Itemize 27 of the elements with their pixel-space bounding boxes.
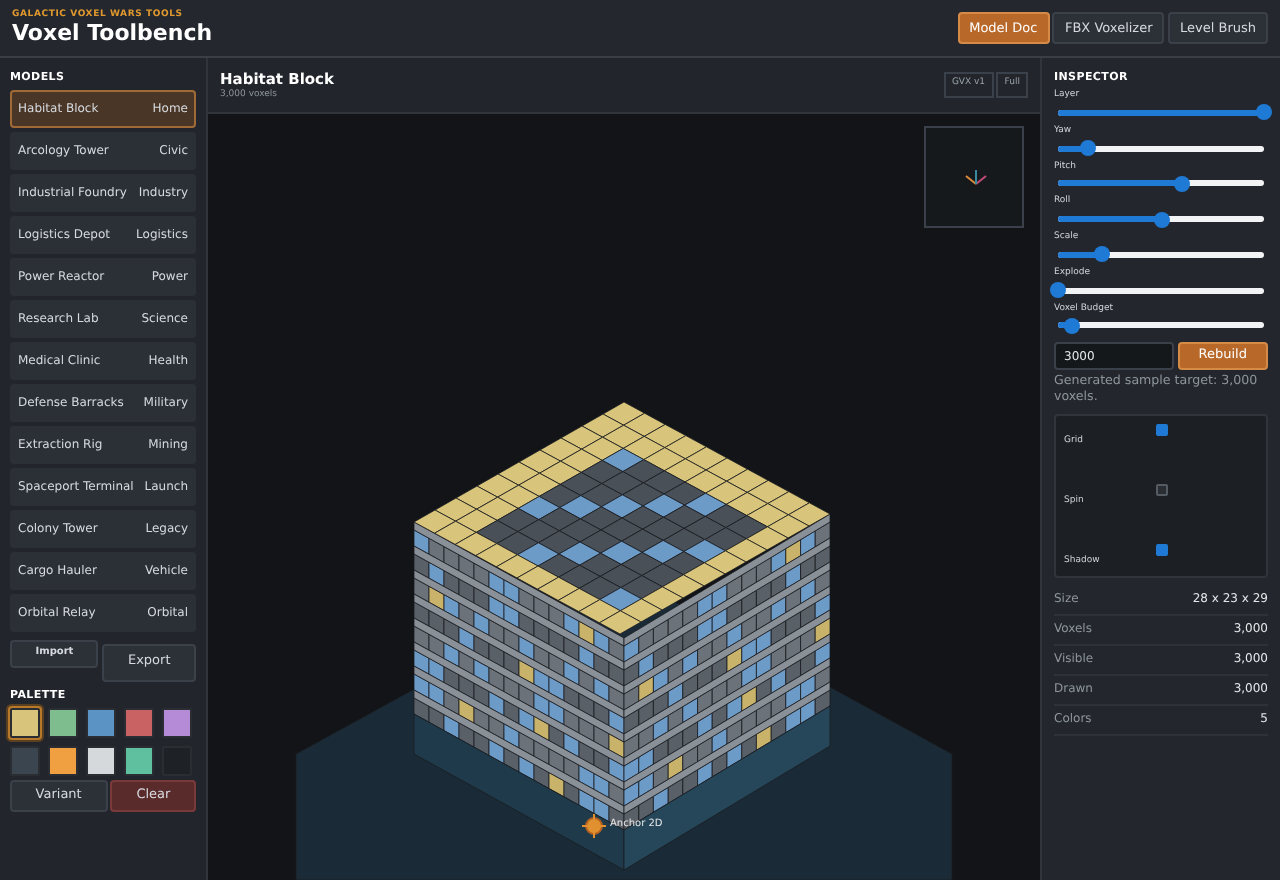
slider-thumb[interactable] (1173, 175, 1190, 192)
color-swatch[interactable] (86, 708, 116, 738)
axis-gizmo-icon (965, 169, 987, 185)
color-swatch[interactable] (162, 708, 192, 738)
checkbox[interactable] (1155, 483, 1167, 496)
color-swatch[interactable] (10, 708, 40, 738)
slider-thumb[interactable] (1080, 140, 1097, 156)
slider-thumb[interactable] (1093, 246, 1110, 263)
color-swatch[interactable] (48, 708, 78, 738)
slider-track[interactable] (1058, 180, 1264, 187)
slider-track[interactable] (1058, 216, 1264, 222)
slider-thumb[interactable] (1050, 282, 1066, 298)
slider-track[interactable] (1058, 251, 1264, 258)
color-swatch[interactable] (48, 746, 78, 776)
color-swatch[interactable] (124, 746, 154, 776)
color-swatch[interactable] (86, 746, 116, 776)
slider-track[interactable] (1058, 322, 1264, 329)
checkbox[interactable] (1155, 424, 1167, 437)
slider-thumb[interactable] (1256, 104, 1272, 121)
color-swatch[interactable] (124, 708, 154, 738)
app-title: Voxel Toolbench (12, 22, 213, 47)
crosshair-icon[interactable] (582, 814, 606, 838)
slider-thumb[interactable] (1153, 211, 1169, 227)
slider-thumb[interactable] (1064, 317, 1081, 334)
slider-track[interactable] (1058, 145, 1264, 151)
color-swatch[interactable] (10, 746, 40, 776)
checkbox[interactable] (1155, 543, 1167, 555)
